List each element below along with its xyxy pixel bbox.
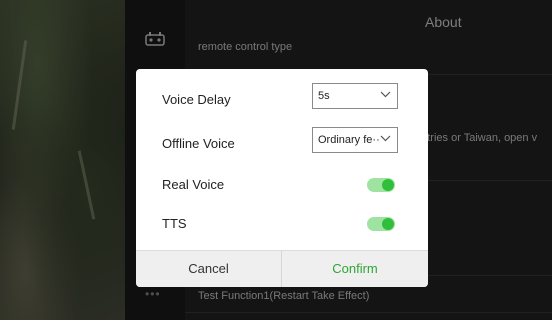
offline-voice-label: Offline Voice	[162, 136, 235, 151]
real-voice-label: Real Voice	[162, 177, 225, 192]
tts-toggle[interactable]	[367, 217, 395, 231]
offline-voice-value: Ordinary fe··	[318, 134, 380, 146]
toggle-knob	[382, 218, 394, 230]
voice-settings-dialog: Voice Delay 5s Offline Voice Ordinary fe…	[136, 69, 428, 287]
real-voice-toggle[interactable]	[367, 178, 395, 192]
voice-delay-select[interactable]: 5s	[312, 83, 398, 109]
cancel-button[interactable]: Cancel	[136, 251, 282, 287]
chevron-down-icon	[380, 91, 391, 98]
voice-delay-value: 5s	[318, 90, 330, 102]
chevron-down-icon	[380, 135, 391, 142]
offline-voice-select[interactable]: Ordinary fe··	[312, 127, 398, 153]
toggle-knob	[382, 179, 394, 191]
voice-delay-label: Voice Delay	[162, 92, 231, 107]
tts-label: TTS	[162, 216, 187, 231]
dialog-footer: Cancel Confirm	[136, 250, 428, 287]
confirm-button[interactable]: Confirm	[282, 251, 428, 287]
